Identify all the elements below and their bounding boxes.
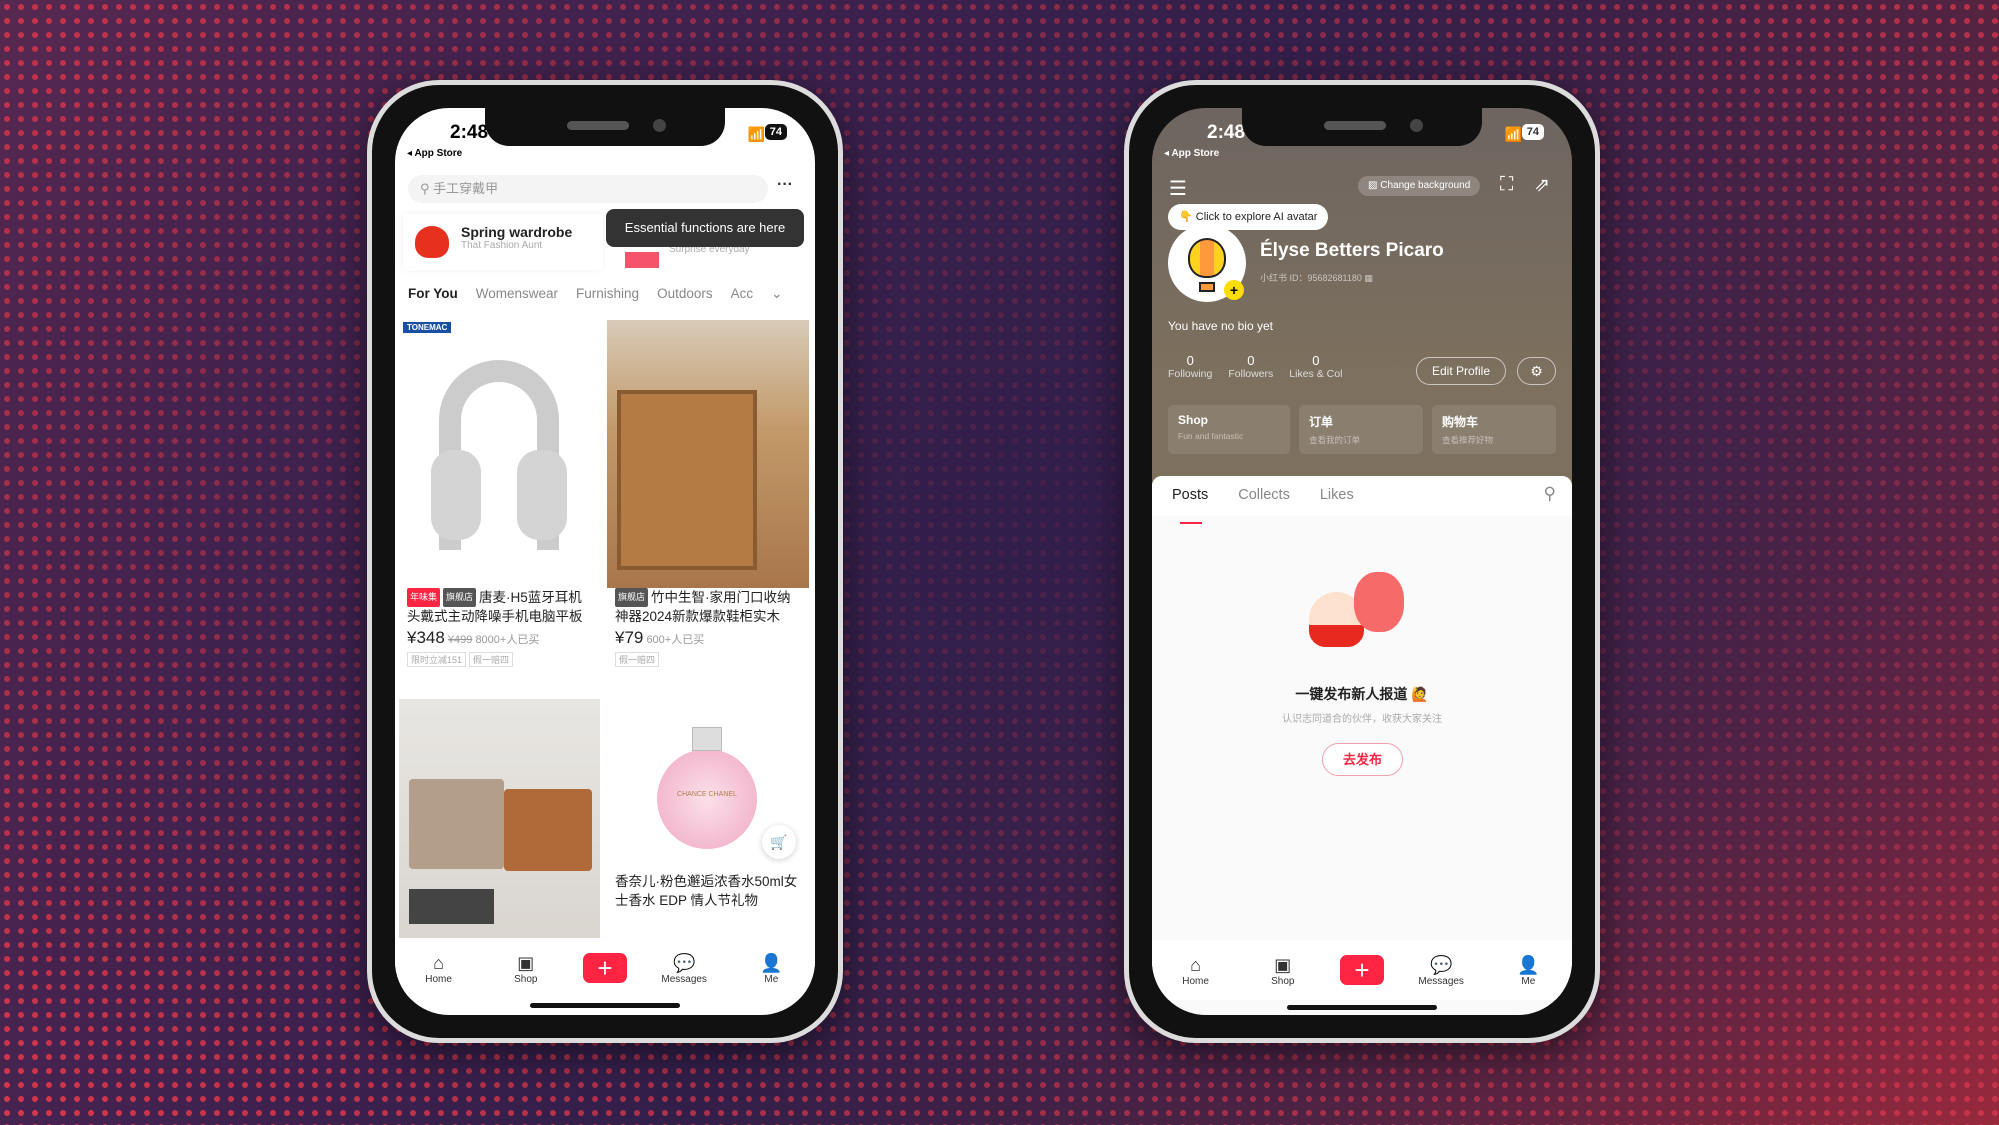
wifi-icon: 📶 xyxy=(1504,126,1522,142)
nav-me[interactable]: 👤 Me xyxy=(1498,954,1558,987)
home-indicator xyxy=(1287,1005,1437,1010)
share-icon[interactable]: ⇗ xyxy=(1534,174,1550,197)
scan-icon[interactable]: ⛶ xyxy=(1500,174,1513,196)
tab-posts[interactable]: Posts xyxy=(1172,487,1208,524)
background xyxy=(0,0,1999,1125)
product-title: 旗舰店 竹中生智·家用门口收纳神器2024新款爆款鞋柜实木 xyxy=(615,588,791,624)
edit-profile-button[interactable]: Edit Profile xyxy=(1416,357,1506,385)
tab-likes[interactable]: Likes xyxy=(1320,487,1354,516)
search-icon: ⚲ xyxy=(420,181,430,196)
nav-home[interactable]: ⌂ Home xyxy=(1166,954,1226,987)
shortcut-shop[interactable]: Shop Fun and fantastic xyxy=(1168,405,1290,454)
create-post-button[interactable]: + xyxy=(582,953,627,983)
change-background-button[interactable]: ▨ Change background xyxy=(1358,176,1481,196)
tab-womenswear[interactable]: Womenswear xyxy=(476,286,558,302)
stat-following[interactable]: 0 Following xyxy=(1168,353,1212,380)
search-input[interactable]: ⚲ 手工穿戴甲 xyxy=(408,175,768,203)
tooltip: Essential functions are here xyxy=(606,209,804,247)
notch xyxy=(485,108,725,146)
product-image-handbags[interactable] xyxy=(399,699,600,949)
home-icon: ⌂ xyxy=(433,952,445,973)
nav-shop[interactable]: ▣ Shop xyxy=(496,952,556,985)
back-to-app-store[interactable]: ◂ App Store xyxy=(1164,148,1219,159)
back-to-app-store[interactable]: ◂ App Store xyxy=(407,148,462,159)
content-panel: Posts Collects Likes ⚲ 一键发布新人报道 🙋 认识志同道合… xyxy=(1152,476,1572,1015)
brand-badge: TONEMAC xyxy=(403,322,452,333)
stats: 0 Following 0 Followers 0 Likes & Col xyxy=(1168,353,1342,380)
tab-furnishing[interactable]: Furnishing xyxy=(576,286,639,302)
shop-icon: ▣ xyxy=(1274,954,1292,975)
product-card[interactable]: 旗舰店 竹中生智·家用门口收纳神器2024新款爆款鞋柜实木 ¥79 600+人已买… xyxy=(607,320,809,695)
product-title: 年味集 旗舰店 唐麦·H5蓝牙耳机头戴式主动降噪手机电脑平板 xyxy=(407,588,583,624)
tab-outdoors[interactable]: Outdoors xyxy=(657,286,713,302)
status-time: 2:48 xyxy=(1207,122,1246,143)
shortcut-orders[interactable]: 订单 查看我的订单 xyxy=(1299,405,1423,454)
nav-me[interactable]: 👤 Me xyxy=(741,952,801,985)
battery: 74 xyxy=(764,124,787,140)
messages-icon: 💬 xyxy=(672,952,696,973)
publish-button[interactable]: 去发布 xyxy=(1322,743,1403,776)
tab-collects[interactable]: Collects xyxy=(1238,487,1290,516)
nav-home[interactable]: ⌂ Home xyxy=(409,952,469,985)
shop-icon: ▣ xyxy=(517,952,535,973)
chevron-down-icon[interactable]: ⌄ xyxy=(771,286,782,302)
tab-for-you[interactable]: For You xyxy=(408,286,458,302)
home-icon: ⌂ xyxy=(1190,954,1202,975)
person-icon: 👤 xyxy=(760,952,783,973)
status-time: 2:48 xyxy=(450,122,489,143)
product-price: ¥348 ¥499 8000+人已买 xyxy=(407,628,540,647)
product-title: 香奈儿·粉色邂逅浓香水50ml女士香水 EDP 情人节礼物 xyxy=(615,874,798,908)
stat-followers[interactable]: 0 Followers xyxy=(1228,353,1273,380)
home-indicator xyxy=(530,1003,680,1008)
pointing-hand-icon: 👇 xyxy=(1179,211,1193,223)
profile-tabs: Posts Collects Likes ⚲ xyxy=(1152,476,1572,524)
wifi-icon: 📶 xyxy=(747,126,765,142)
avatar[interactable]: + xyxy=(1168,224,1246,302)
battery: 74 xyxy=(1521,124,1544,140)
category-tabs: For You Womenswear Furnishing Outdoors A… xyxy=(408,286,805,302)
phone-profile: 2:48 ◂ App Store 📶 74 ☰ ▨ Change backgro… xyxy=(1124,80,1600,1043)
screen: 2:48 ◂ App Store 📶 74 ⚲ 手工穿戴甲 ··· Spring… xyxy=(395,108,815,1015)
shortcut-cart[interactable]: 购物车 查看推荐好物 xyxy=(1432,405,1556,454)
mascot-illustration xyxy=(1304,572,1414,652)
settings-icon[interactable]: ⚙ xyxy=(1517,357,1556,385)
qr-code-icon[interactable]: ▦ xyxy=(1364,273,1373,283)
nav-shop[interactable]: ▣ Shop xyxy=(1253,954,1313,987)
nav-messages[interactable]: 💬 Messages xyxy=(654,952,714,985)
user-id: 小红书 ID：95682681180 ▦ xyxy=(1260,273,1373,283)
bottom-nav: ⌂ Home ▣ Shop + 💬 Messages 👤 Me xyxy=(1152,940,1572,1000)
ai-avatar-tooltip[interactable]: 👇 Click to explore AI avatar xyxy=(1168,204,1329,230)
product-image-perfume: CHANCE CHANEL xyxy=(657,749,757,849)
empty-title: 一键发布新人报道 🙋 xyxy=(1295,686,1429,702)
bottom-nav: ⌂ Home ▣ Shop + 💬 Messages 👤 Me xyxy=(395,938,815,998)
notch xyxy=(1242,108,1482,146)
profile-name: Élyse Betters Picaro xyxy=(1260,240,1444,261)
gift-icon xyxy=(625,252,659,268)
promo-spring-wardrobe[interactable]: Spring wardrobe That Fashion Aunt xyxy=(403,214,603,270)
product-image-headphones: TONEMAC xyxy=(399,320,600,588)
menu-icon[interactable]: ☰ xyxy=(1169,176,1187,201)
wardrobe-icon xyxy=(415,226,449,258)
screen: 2:48 ◂ App Store 📶 74 ☰ ▨ Change backgro… xyxy=(1152,108,1572,1015)
image-icon: ▨ xyxy=(1368,180,1378,191)
product-card[interactable]: CHANCE CHANEL 🛒 香奈儿·粉色邂逅浓香水50ml女士香水 EDP … xyxy=(607,699,809,949)
product-image-shoe-cabinet xyxy=(607,320,809,588)
add-avatar-icon: + xyxy=(1224,280,1244,300)
bio: You have no bio yet xyxy=(1168,319,1273,333)
phone-shop-feed: 2:48 ◂ App Store 📶 74 ⚲ 手工穿戴甲 ··· Spring… xyxy=(367,80,843,1043)
product-price: ¥79 600+人已买 xyxy=(615,628,705,647)
messages-icon: 💬 xyxy=(1429,954,1453,975)
product-card[interactable]: TONEMAC 年味集 旗舰店 唐麦·H5蓝牙耳机头戴式主动降噪手机电脑平板 ¥34… xyxy=(399,320,600,695)
person-icon: 👤 xyxy=(1517,954,1540,975)
more-icon[interactable]: ··· xyxy=(777,176,793,194)
cart-icon[interactable]: 🛒 xyxy=(762,825,796,859)
create-post-button[interactable]: + xyxy=(1339,955,1384,985)
nav-messages[interactable]: 💬 Messages xyxy=(1411,954,1471,987)
stat-likes-collects[interactable]: 0 Likes & Col xyxy=(1289,353,1342,380)
tab-acc[interactable]: Acc xyxy=(731,286,754,302)
empty-subtitle: 认识志同道合的伙伴，收获大家关注 xyxy=(1282,714,1442,725)
search-icon[interactable]: ⚲ xyxy=(1544,484,1556,504)
